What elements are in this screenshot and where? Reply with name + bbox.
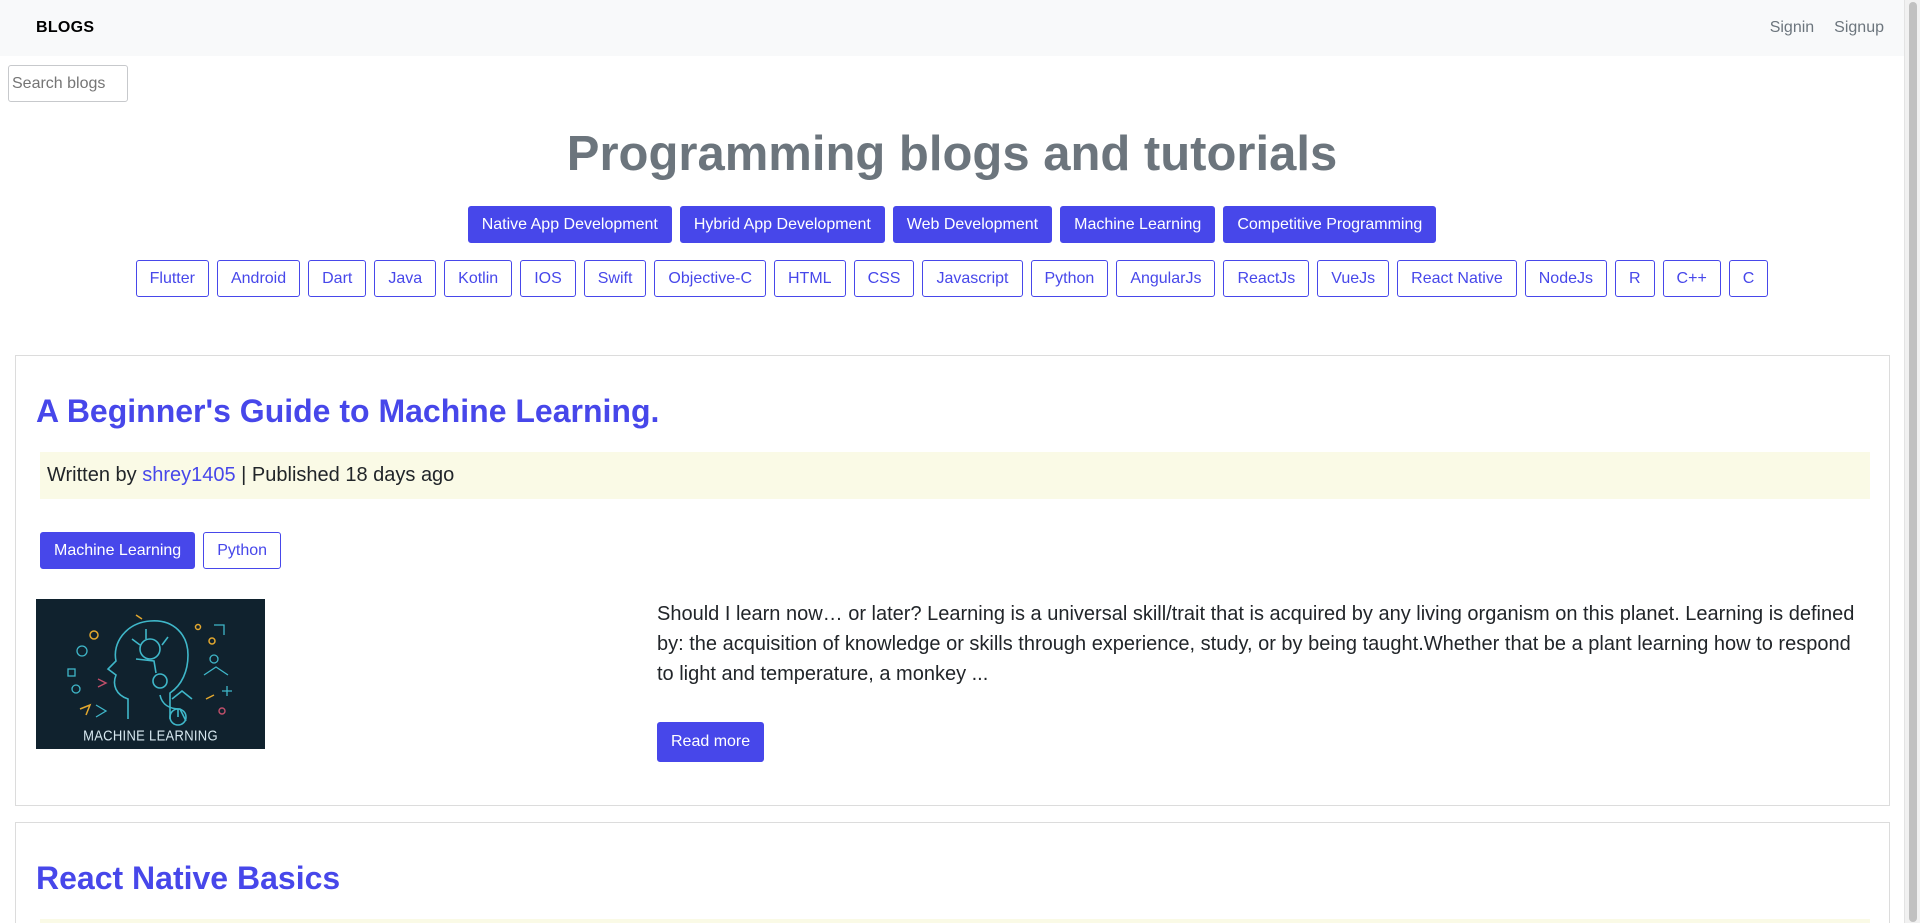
tag-button-css[interactable]: CSS (853, 260, 915, 297)
page-scrollbar[interactable] (1904, 0, 1920, 923)
read-more-button[interactable]: Read more (657, 722, 765, 762)
tag-button-html[interactable]: HTML (774, 260, 846, 297)
tag-buttons: Flutter Android Dart Java Kotlin IOS Swi… (0, 260, 1904, 297)
tag-button-reactjs[interactable]: ReactJs (1223, 260, 1310, 297)
tag-button-javascript[interactable]: Javascript (922, 260, 1023, 297)
category-button-competitive-programming[interactable]: Competitive Programming (1223, 206, 1437, 243)
post-tag-button[interactable]: Python (203, 532, 282, 569)
published-label: | Published 18 days ago (235, 464, 455, 486)
post-thumbnail: MACHINE LEARNING (36, 599, 265, 749)
written-by-label: Written by (47, 464, 143, 486)
author-link[interactable]: shrey1405 (142, 464, 235, 486)
post-title[interactable]: React Native Basics (36, 858, 340, 898)
post-tags: Machine Learning Python (40, 532, 282, 569)
category-button-machine-learning[interactable]: Machine Learning (1060, 206, 1216, 243)
tag-button-objective-c[interactable]: Objective-C (654, 260, 766, 297)
post-title[interactable]: A Beginner's Guide to Machine Learning. (36, 391, 659, 431)
search-input[interactable] (8, 65, 128, 102)
tag-button-dart[interactable]: Dart (308, 260, 367, 297)
signin-link[interactable]: Signin (1770, 19, 1814, 37)
category-buttons: Native App Development Hybrid App Develo… (0, 206, 1904, 243)
blog-post-card: A Beginner's Guide to Machine Learning. … (15, 355, 1890, 806)
tag-button-kotlin[interactable]: Kotlin (444, 260, 513, 297)
tag-button-nodejs[interactable]: NodeJs (1524, 260, 1607, 297)
category-button-web-development[interactable]: Web Development (892, 206, 1053, 243)
tag-button-react-native[interactable]: React Native (1397, 260, 1517, 297)
tag-button-cpp[interactable]: C++ (1662, 260, 1721, 297)
blog-post-card: React Native Basics (15, 822, 1890, 923)
tag-button-java[interactable]: Java (374, 260, 437, 297)
post-meta: Written by shrey1405 | Published 18 days… (40, 452, 1870, 499)
tag-button-flutter[interactable]: Flutter (135, 260, 209, 297)
signup-link[interactable]: Signup (1834, 19, 1884, 37)
tag-button-python[interactable]: Python (1030, 260, 1109, 297)
category-button-native-app-development[interactable]: Native App Development (467, 206, 672, 243)
nav-links: Signin Signup (1770, 19, 1884, 37)
tag-button-vuejs[interactable]: VueJs (1317, 260, 1390, 297)
page-title: Programming blogs and tutorials (566, 127, 1338, 181)
scrollbar-thumb[interactable] (1909, 2, 1917, 922)
thumbnail-caption: MACHINE LEARNING (83, 726, 218, 745)
tag-button-swift[interactable]: Swift (583, 260, 647, 297)
post-excerpt: Should I learn now… or later? Learning i… (657, 603, 1855, 685)
post-meta (40, 919, 1870, 923)
tag-button-android[interactable]: Android (216, 260, 301, 297)
tag-button-ios[interactable]: IOS (520, 260, 576, 297)
category-button-hybrid-app-development[interactable]: Hybrid App Development (679, 206, 885, 243)
tag-button-c[interactable]: C (1728, 260, 1769, 297)
post-category-button[interactable]: Machine Learning (40, 532, 196, 569)
brand-logo[interactable]: BLOGS (36, 19, 94, 37)
tag-button-angularjs[interactable]: AngularJs (1116, 260, 1216, 297)
tag-button-r[interactable]: R (1614, 260, 1655, 297)
navbar: BLOGS Signin Signup (0, 0, 1904, 56)
